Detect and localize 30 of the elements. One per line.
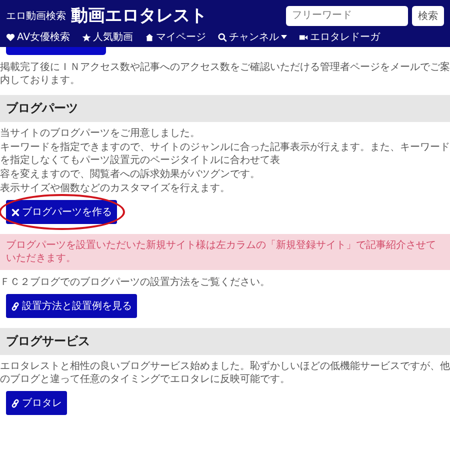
search-field[interactable]: フリーワード (286, 6, 408, 26)
section-heading: ブログパーツ (0, 95, 450, 122)
logo-caption: エロ動画検索 (6, 10, 66, 22)
search-button[interactable]: 検索 (412, 6, 444, 26)
heart-icon (6, 32, 15, 42)
action-button[interactable]: ブログパーツを作る (6, 200, 117, 224)
site-logo[interactable]: 動画エロタレスト (71, 4, 207, 27)
link-icon (11, 302, 20, 310)
action-button[interactable]: ブロタレ (6, 391, 67, 415)
nav-link[interactable]: チャンネル (229, 30, 280, 44)
body-text: キーワードを指定できますので、サイトのジャンルに合った記事表示が行えます。また、キーワードを指定しなくてもパーツ設置元のページタイトルに合わせて表 (0, 141, 450, 167)
nav-link[interactable]: マイページ (156, 30, 206, 44)
section-heading: ブログサービス (0, 328, 450, 355)
search-icon (218, 32, 228, 42)
body-text: 表示サイズや個数などのカスタマイズを行えます。 (0, 182, 231, 195)
star-icon (82, 32, 92, 42)
link-icon (11, 398, 20, 408)
body-text: エロタレストと相性の良いブログサービス始めました。恥ずかしいほどの低機能サービスですが、他のブログと違って任意のタイミングでエロタレに反映可能です。 (0, 360, 450, 386)
notice-banner: ブログパーツを設置いただいた新規サイト様は左カラムの「新規登録サイト」で記事紹介させていただきます。 (0, 234, 450, 270)
video-icon (299, 32, 308, 42)
body-text: 当サイトのブログパーツをご用意しました。 (0, 127, 201, 140)
home-icon (145, 32, 154, 42)
body-text: 容を変えますので、閲覧者への訴求効果がバツグンです。 (0, 168, 261, 181)
body-text: ＦＣ２ブログでのブログパーツの設置方法をご覧ください。 (0, 276, 271, 289)
nav-link[interactable]: AV女優検索 (17, 30, 70, 44)
nav-link[interactable]: エロタレドーガ (310, 30, 380, 44)
intro-text: 掲載完了後にＩＮアクセス数や記事へのアクセス数をご確認いただける管理者ページをメールでご案内しております。 (0, 61, 450, 87)
action-button[interactable]: 設置方法と設置例を見る (6, 294, 137, 318)
cut-off-button[interactable] (6, 47, 106, 55)
nav-link[interactable]: 人気動画 (93, 30, 134, 44)
